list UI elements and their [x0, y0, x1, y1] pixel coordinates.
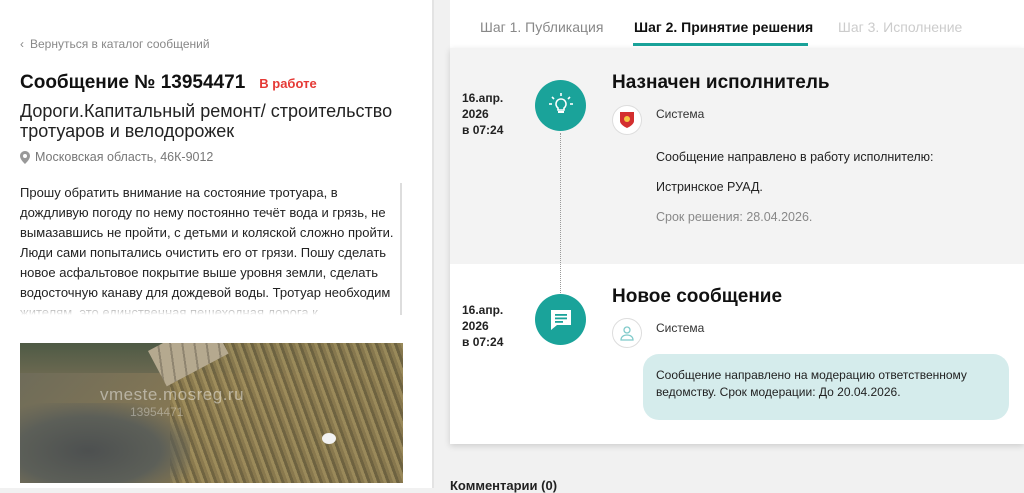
- tab-step-2[interactable]: Шаг 2. Принятие решения: [634, 19, 813, 35]
- message-bubble: Сообщение направлено на модерацию ответс…: [643, 354, 1009, 420]
- event-author: Система: [656, 321, 705, 335]
- user-avatar-icon: [612, 318, 642, 348]
- step-tabs: Шаг 1. Публикация Шаг 2. Принятие решени…: [450, 0, 1024, 48]
- message-header: Сообщение № 13954471 В работе: [20, 72, 317, 94]
- timeline-card: 16.апр. 2026 в 07:24 Назначен исполнител…: [450, 48, 1024, 444]
- event-text-line: Сообщение направлено в работу исполнител…: [656, 150, 934, 164]
- photo-watermark: vmeste.mosreg.ru: [100, 385, 245, 404]
- location-text: Московская область, 46К-9012: [35, 150, 214, 164]
- tab-step-3: Шаг 3. Исполнение: [838, 19, 963, 35]
- message-body[interactable]: Прошу обратить внимание на состояние тро…: [20, 183, 402, 315]
- coat-of-arms-avatar: [612, 105, 642, 135]
- event-executor: Истринское РУАД.: [656, 180, 763, 194]
- event-title: Назначен исполнитель: [612, 72, 830, 93]
- photo-watermark-sub: 13954471: [130, 405, 184, 419]
- event-date: 16.апр. 2026 в 07:24: [462, 303, 504, 349]
- comments-heading: Комментарии (0): [450, 478, 558, 493]
- chat-message-icon: [535, 294, 586, 345]
- back-link-label: Вернуться в каталог сообщений: [30, 37, 210, 51]
- message-panel: ‹ Вернуться в каталог сообщений Сообщение…: [0, 0, 432, 488]
- event-deadline: Срок решения: 28.04.2026.: [656, 210, 813, 224]
- message-location: Московская область, 46К-9012: [20, 150, 213, 164]
- active-tab-indicator: [633, 43, 808, 46]
- event-date: 16.апр. 2026 в 07:24: [462, 91, 504, 137]
- chevron-left-icon: ‹: [20, 37, 24, 51]
- tab-step-1[interactable]: Шаг 1. Публикация: [480, 19, 603, 35]
- message-photo[interactable]: vmeste.mosreg.ru 13954471: [20, 343, 403, 483]
- location-pin-icon: [20, 150, 30, 164]
- panel-divider: [432, 0, 434, 488]
- lightbulb-icon: [535, 80, 586, 131]
- message-title: Сообщение № 13954471: [20, 72, 246, 93]
- message-category: Дороги.Капитальный ремонт/ строительство…: [20, 101, 393, 141]
- event-author: Система: [656, 107, 705, 121]
- back-to-catalog-link[interactable]: ‹ Вернуться в каталог сообщений: [20, 37, 210, 51]
- status-badge: В работе: [259, 76, 317, 91]
- event-title: Новое сообщение: [612, 286, 783, 307]
